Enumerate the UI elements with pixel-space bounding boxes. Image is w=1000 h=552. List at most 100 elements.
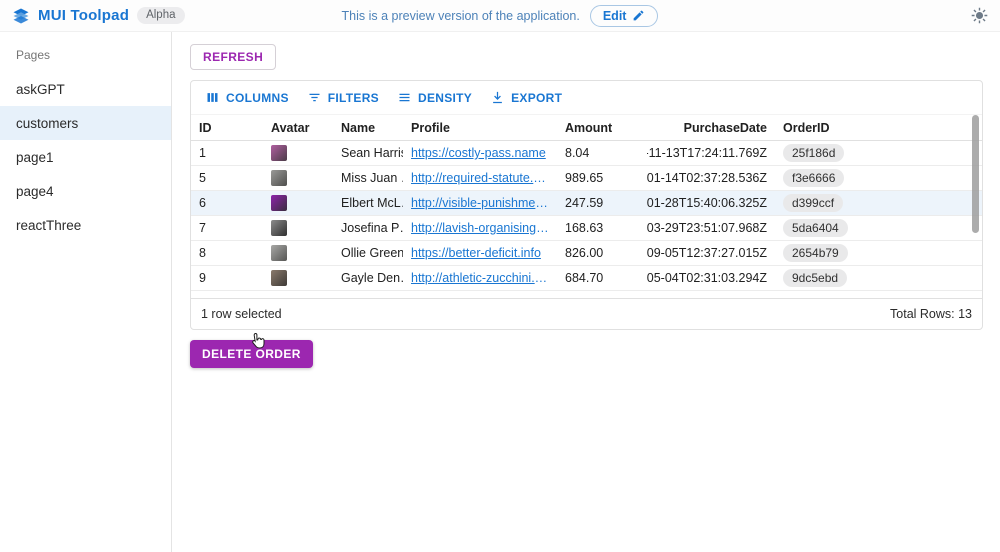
profile-link[interactable]: http://visible-punishment.net [411,196,549,210]
density-icon [397,90,412,105]
column-header-purchasedate[interactable]: PurchaseDate [647,121,775,135]
density-button-label: DENSITY [418,91,472,105]
orderid-chip: 9dc5ebd [783,269,847,287]
cell-orderid: 25f186d [775,144,982,162]
cell-id: 8 [191,246,263,260]
table-row[interactable]: 7 Josefina P… http://lavish-organising.n… [191,216,982,241]
total-rows-status: Total Rows: 13 [890,307,972,321]
profile-link[interactable]: http://lavish-organising.name [411,221,549,235]
sidebar: Pages askGPT customers page1 page4 react… [0,32,172,552]
cell-avatar [263,145,333,161]
column-header-id[interactable]: ID [191,121,263,135]
column-header-profile[interactable]: Profile [403,121,557,135]
delete-order-button[interactable]: DELETE ORDER [190,340,313,368]
filter-icon [307,90,322,105]
avatar [271,245,287,261]
grid-viewport: ID Avatar Name Profile Amount PurchaseDa… [191,114,982,298]
export-button-label: EXPORT [511,91,562,105]
avatar [271,145,287,161]
grid-rows: 1 Sean Harris https://costly-pass.name 8… [191,141,982,291]
cell-purchasedate: 2076-03-29T23:51:07.968Z [647,221,775,235]
grid-footer: 1 row selected Total Rows: 13 [191,298,982,329]
app-topbar: MUI Toolpad Alpha This is a preview vers… [0,0,1000,32]
sidebar-item-page4[interactable]: page4 [0,174,171,208]
cell-profile: http://lavish-organising.name [403,221,557,235]
preview-banner-text: This is a preview version of the applica… [342,9,580,23]
column-header-name[interactable]: Name [333,121,403,135]
table-row[interactable]: 5 Miss Juan … http://required-statute.or… [191,166,982,191]
grid-header-row: ID Avatar Name Profile Amount PurchaseDa… [191,115,982,141]
cell-amount: 168.63 [557,221,647,235]
orderid-chip: f3e6666 [783,169,844,187]
cell-purchasedate: 2045-01-28T15:40:06.325Z [647,196,775,210]
cell-profile: https://costly-pass.name [403,146,557,160]
pencil-icon [632,9,645,22]
cell-profile: http://required-statute.org [403,171,557,185]
sidebar-item-askgpt[interactable]: askGPT [0,72,171,106]
cell-orderid: 5da6404 [775,219,982,237]
column-header-orderid[interactable]: OrderID [775,121,982,135]
column-header-avatar[interactable]: Avatar [263,121,333,135]
download-icon [490,90,505,105]
cell-profile: http://visible-punishment.net [403,196,557,210]
table-row[interactable]: 6 Elbert McL… http://visible-punishment.… [191,191,982,216]
filters-button[interactable]: FILTERS [301,86,385,109]
avatar [271,270,287,286]
cell-profile: http://athletic-zucchini.org [403,271,557,285]
vertical-scrollbar[interactable] [972,115,979,233]
cell-orderid: f3e6666 [775,169,982,187]
grid-table: ID Avatar Name Profile Amount PurchaseDa… [191,114,982,298]
data-grid: COLUMNS FILTERS DE [190,80,983,330]
cell-id: 7 [191,221,263,235]
profile-link[interactable]: http://athletic-zucchini.org [411,271,549,285]
table-row[interactable]: 8 Ollie Green… https://better-deficit.in… [191,241,982,266]
cell-profile: https://better-deficit.info [403,246,557,260]
cell-name: Sean Harris [333,146,403,160]
column-header-amount[interactable]: Amount [557,121,647,135]
avatar [271,220,287,236]
cell-avatar [263,245,333,261]
cell-amount: 684.70 [557,271,647,285]
grid-toolbar: COLUMNS FILTERS DE [191,81,982,114]
refresh-button[interactable]: REFRESH [190,44,276,70]
toolpad-logo-icon [12,7,30,25]
cell-id: 9 [191,271,263,285]
cell-orderid: 2654b79 [775,244,982,262]
cell-amount: 247.59 [557,196,647,210]
profile-link[interactable]: https://better-deficit.info [411,246,541,260]
export-button[interactable]: EXPORT [484,86,568,109]
cell-purchasedate: 2088-05-04T02:31:03.294Z [647,271,775,285]
density-button[interactable]: DENSITY [391,86,478,109]
edit-button[interactable]: Edit [590,5,659,27]
table-row[interactable]: 9 Gayle Den… http://athletic-zucchini.or… [191,266,982,291]
cell-amount: 826.00 [557,246,647,260]
cell-purchasedate: 2086-09-05T12:37:27.015Z [647,246,775,260]
cell-purchasedate: 2014-01-14T02:37:28.536Z [647,171,775,185]
cell-name: Elbert McL… [333,196,403,210]
sidebar-item-reactthree[interactable]: reactThree [0,208,171,242]
cell-avatar [263,270,333,286]
cell-id: 5 [191,171,263,185]
cell-orderid: 9dc5ebd [775,269,982,287]
orderid-chip: d399ccf [783,194,843,212]
columns-icon [205,90,220,105]
cell-amount: 8.04 [557,146,647,160]
orderid-chip: 25f186d [783,144,844,162]
profile-link[interactable]: https://costly-pass.name [411,146,546,160]
profile-link[interactable]: http://required-statute.org [411,171,549,185]
main-content: REFRESH COLUMNS [172,32,1000,552]
filters-button-label: FILTERS [328,91,379,105]
avatar [271,195,287,211]
sidebar-item-page1[interactable]: page1 [0,140,171,174]
brand: MUI Toolpad Alpha [12,7,185,25]
cell-name: Ollie Green… [333,246,403,260]
app-title: MUI Toolpad [38,7,129,24]
table-row[interactable]: 1 Sean Harris https://costly-pass.name 8… [191,141,982,166]
sidebar-item-customers[interactable]: customers [0,106,171,140]
cell-name: Gayle Den… [333,271,403,285]
edit-button-label: Edit [603,9,627,23]
cell-purchasedate: 1997-11-13T17:24:11.769Z [647,146,775,160]
theme-toggle-sun-icon[interactable] [971,7,988,24]
cell-avatar [263,170,333,186]
columns-button[interactable]: COLUMNS [199,86,295,109]
